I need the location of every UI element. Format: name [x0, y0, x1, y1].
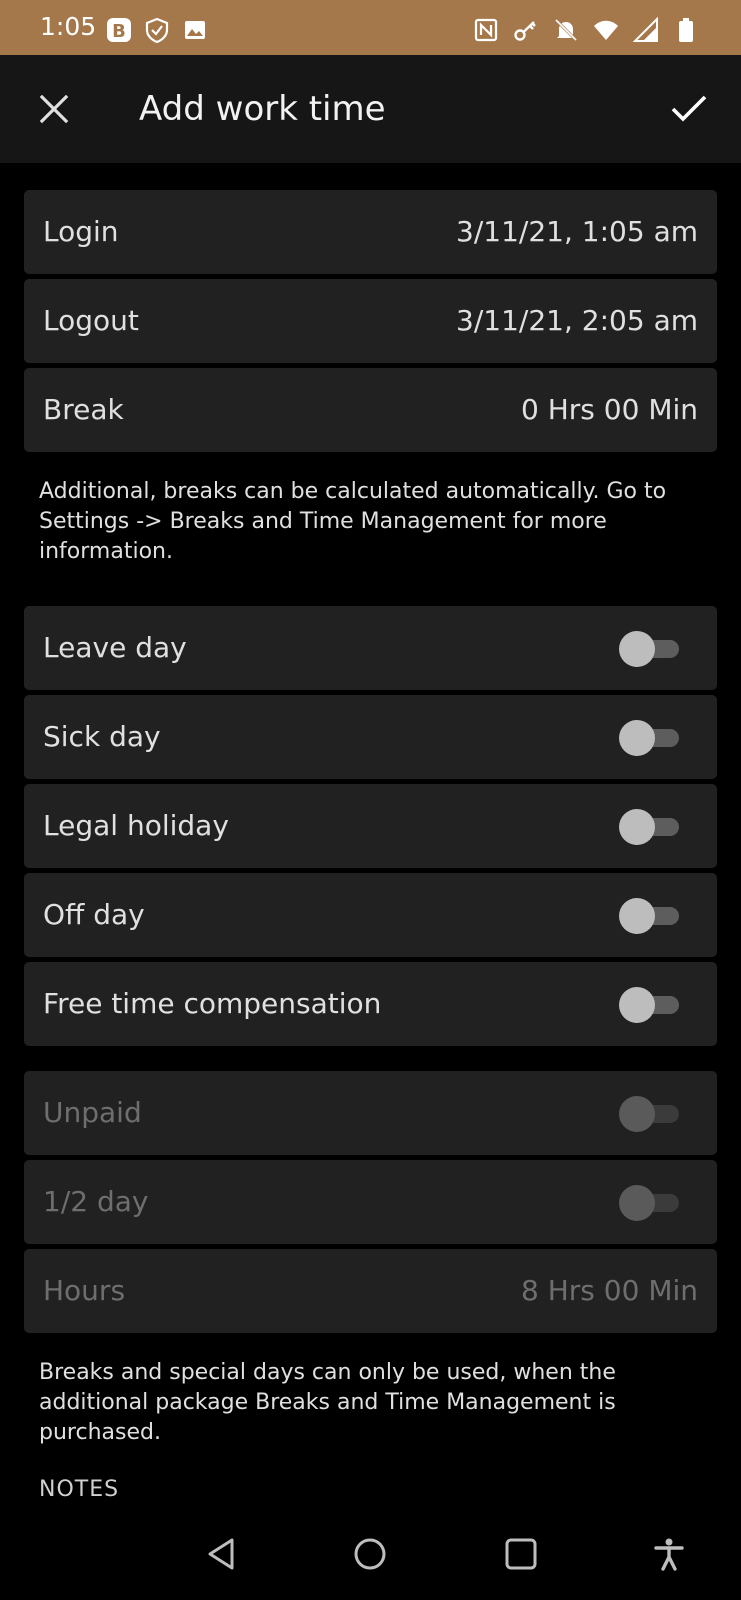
off-day-label: Off day [43, 898, 145, 931]
notes-heading: NOTES [39, 1477, 120, 1502]
svg-text:B: B [112, 21, 126, 42]
unpaid-row: Unpaid [24, 1071, 717, 1155]
recents-icon [505, 1538, 537, 1570]
login-value: 3/11/21, 1:05 am [456, 215, 698, 248]
legal-holiday-switch[interactable] [619, 809, 679, 845]
nfc-icon [473, 17, 499, 43]
accessibility-button[interactable] [645, 1530, 693, 1578]
system-nav-bar [0, 1508, 741, 1600]
sick-day-row: Sick day [24, 695, 717, 779]
off-day-row: Off day [24, 873, 717, 957]
accessibility-icon [654, 1538, 684, 1571]
form-content: Login 3/11/21, 1:05 am Logout 3/11/21, 2… [0, 163, 741, 1508]
signal-icon [633, 17, 659, 43]
leave-day-switch[interactable] [619, 631, 679, 667]
logout-value: 3/11/21, 2:05 am [456, 304, 698, 337]
special-days-info-text: Breaks and special days can only be used… [39, 1360, 616, 1445]
check-icon [671, 95, 707, 122]
home-icon [354, 1538, 386, 1570]
b-app-icon: B [106, 17, 132, 43]
break-label: Break [43, 393, 124, 426]
status-right-icons [473, 15, 699, 45]
confirm-button[interactable] [665, 85, 713, 133]
free-time-compensation-label: Free time compensation [43, 987, 382, 1020]
half-day-row: 1/2 day [24, 1160, 717, 1244]
back-icon [208, 1538, 234, 1570]
login-row[interactable]: Login 3/11/21, 1:05 am [24, 190, 717, 274]
break-info-text: Additional, breaks can be calculated aut… [39, 479, 667, 564]
break-row[interactable]: Break 0 Hrs 00 Min [24, 368, 717, 452]
sick-day-label: Sick day [43, 720, 161, 753]
status-left-icons: B [106, 15, 208, 45]
home-button[interactable] [346, 1530, 394, 1578]
unpaid-switch [619, 1096, 679, 1132]
legal-holiday-row: Legal holiday [24, 784, 717, 868]
status-time: 1:05 [40, 12, 97, 41]
status-bar: 1:05 B [0, 0, 741, 55]
page-title: Add work time [139, 89, 386, 129]
image-icon [182, 17, 208, 43]
half-day-switch [619, 1185, 679, 1221]
hours-value: 8 Hrs 00 Min [521, 1274, 698, 1307]
shield-check-icon [144, 17, 170, 43]
free-time-compensation-switch[interactable] [619, 987, 679, 1023]
back-button[interactable] [198, 1530, 246, 1578]
leave-day-row: Leave day [24, 606, 717, 690]
sick-day-switch[interactable] [619, 720, 679, 756]
hours-row: Hours 8 Hrs 00 Min [24, 1249, 717, 1333]
logout-row[interactable]: Logout 3/11/21, 2:05 am [24, 279, 717, 363]
logout-label: Logout [43, 304, 139, 337]
leave-day-label: Leave day [43, 631, 187, 664]
bell-off-icon [553, 17, 579, 43]
half-day-label: 1/2 day [43, 1185, 149, 1218]
battery-icon [673, 17, 699, 43]
recents-button[interactable] [497, 1530, 545, 1578]
wifi-icon [593, 17, 619, 43]
break-value: 0 Hrs 00 Min [521, 393, 698, 426]
free-time-compensation-row: Free time compensation [24, 962, 717, 1046]
unpaid-label: Unpaid [43, 1096, 142, 1129]
close-button[interactable] [30, 85, 78, 133]
legal-holiday-label: Legal holiday [43, 809, 229, 842]
off-day-switch[interactable] [619, 898, 679, 934]
app-toolbar: Add work time [0, 55, 741, 163]
close-icon [39, 94, 69, 124]
login-label: Login [43, 215, 119, 248]
hours-label: Hours [43, 1274, 126, 1307]
key-icon [513, 17, 539, 43]
